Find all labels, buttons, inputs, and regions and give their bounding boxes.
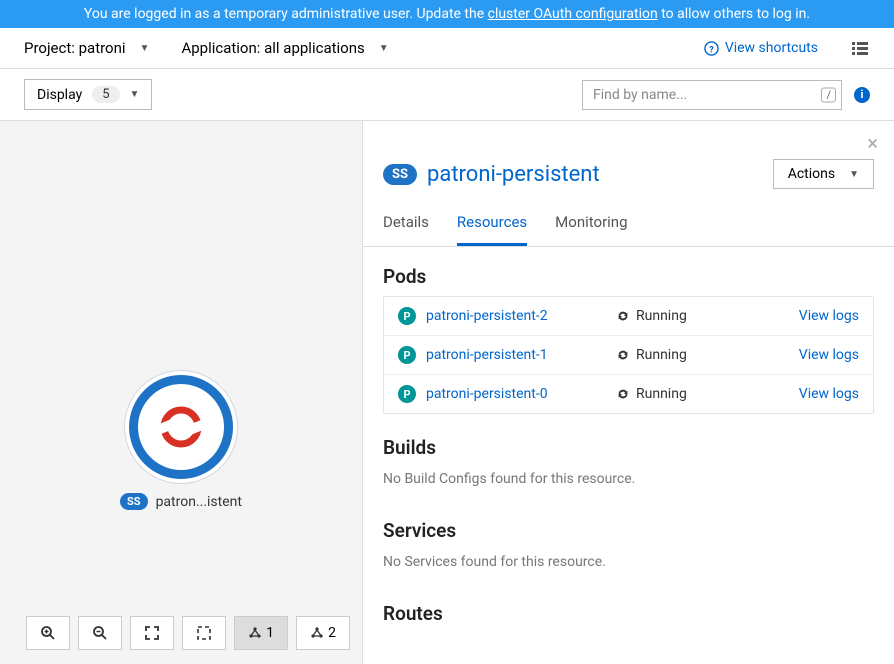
routes-section: Routes bbox=[363, 584, 894, 637]
view-logs-link[interactable]: View logs bbox=[799, 347, 859, 363]
node-label: SS patron...istent bbox=[120, 493, 242, 510]
pods-list: P patroni-persistent-2 Running View logs… bbox=[383, 296, 874, 414]
question-circle-icon: ? bbox=[704, 41, 719, 56]
banner-suffix: to allow others to log in. bbox=[661, 6, 810, 22]
topology-canvas[interactable]: SS patron...istent 1 2 bbox=[0, 121, 363, 664]
ss-badge: SS bbox=[120, 493, 148, 510]
services-empty: No Services found for this resource. bbox=[383, 550, 874, 580]
zoom-out-button[interactable] bbox=[78, 616, 122, 650]
pods-heading: Pods bbox=[383, 265, 874, 288]
project-dropdown[interactable]: Project: patroni ▼ bbox=[24, 39, 149, 57]
pod-link[interactable]: patroni-persistent-1 bbox=[426, 347, 606, 363]
caret-down-icon: ▼ bbox=[849, 169, 859, 180]
app-label: Application: all applications bbox=[181, 39, 364, 57]
status-text: Running bbox=[636, 347, 687, 363]
details-panel: × SS patroni-persistent Actions ▼ Detail… bbox=[363, 121, 894, 664]
pod-status: Running bbox=[616, 347, 789, 363]
context-toolbar: Project: patroni ▼ Application: all appl… bbox=[0, 28, 894, 69]
view-logs-link[interactable]: View logs bbox=[799, 308, 859, 324]
layout-2-label: 2 bbox=[328, 625, 336, 641]
topology-controls: 1 2 bbox=[26, 616, 350, 650]
view-logs-link[interactable]: View logs bbox=[799, 386, 859, 402]
search-input[interactable] bbox=[582, 80, 842, 110]
search-wrap: / bbox=[582, 80, 842, 110]
resource-badge: SS bbox=[383, 164, 417, 185]
caret-down-icon: ▼ bbox=[140, 43, 150, 54]
panel-header: SS patroni-persistent Actions ▼ bbox=[363, 155, 894, 203]
shortcuts-label: View shortcuts bbox=[725, 40, 818, 56]
status-text: Running bbox=[636, 308, 687, 324]
zoom-in-button[interactable] bbox=[26, 616, 70, 650]
topology-layout-1[interactable]: 1 bbox=[234, 616, 288, 650]
panel-tabs: Details Resources Monitoring bbox=[363, 203, 894, 247]
sync-icon bbox=[616, 348, 630, 362]
caret-down-icon: ▼ bbox=[379, 43, 389, 54]
node-ring bbox=[129, 375, 233, 479]
display-count-badge: 5 bbox=[92, 86, 119, 103]
pod-row: P patroni-persistent-0 Running View logs bbox=[384, 375, 873, 413]
fit-button[interactable] bbox=[130, 616, 174, 650]
pod-badge-icon: P bbox=[398, 385, 416, 403]
pod-badge-icon: P bbox=[398, 307, 416, 325]
pod-badge-icon: P bbox=[398, 346, 416, 364]
builds-section: Builds No Build Configs found for this r… bbox=[363, 418, 894, 501]
caret-down-icon: ▼ bbox=[130, 89, 140, 100]
project-label: Project: patroni bbox=[24, 39, 126, 57]
pods-section: Pods P patroni-persistent-2 Running View… bbox=[363, 247, 894, 418]
layout-1-label: 1 bbox=[266, 625, 274, 641]
filter-toolbar: Display 5 ▼ / i bbox=[0, 69, 894, 121]
main-content: SS patron...istent 1 2 × SS patroni-pers… bbox=[0, 121, 894, 664]
sync-icon bbox=[616, 309, 630, 323]
status-text: Running bbox=[636, 386, 687, 402]
pod-row: P patroni-persistent-1 Running View logs bbox=[384, 336, 873, 375]
sync-icon bbox=[616, 387, 630, 401]
resource-title[interactable]: patroni-persistent bbox=[427, 162, 763, 187]
builds-heading: Builds bbox=[383, 436, 874, 459]
admin-banner: You are logged in as a temporary adminis… bbox=[0, 0, 894, 28]
slash-shortcut-badge: / bbox=[821, 87, 836, 102]
node-name: patron...istent bbox=[156, 494, 242, 510]
tab-details[interactable]: Details bbox=[383, 203, 429, 246]
topology-node[interactable]: SS patron...istent bbox=[120, 375, 242, 510]
services-section: Services No Services found for this reso… bbox=[363, 501, 894, 584]
pod-link[interactable]: patroni-persistent-2 bbox=[426, 308, 606, 324]
pod-status: Running bbox=[616, 386, 789, 402]
builds-empty: No Build Configs found for this resource… bbox=[383, 467, 874, 497]
banner-prefix: You are logged in as a temporary adminis… bbox=[84, 6, 488, 22]
svg-text:?: ? bbox=[709, 44, 714, 55]
openshift-icon bbox=[158, 404, 204, 450]
reset-button[interactable] bbox=[182, 616, 226, 650]
info-icon[interactable]: i bbox=[854, 87, 870, 103]
display-dropdown[interactable]: Display 5 ▼ bbox=[24, 79, 152, 110]
pod-row: P patroni-persistent-2 Running View logs bbox=[384, 297, 873, 336]
banner-link[interactable]: cluster OAuth configuration bbox=[488, 6, 658, 22]
list-view-icon[interactable] bbox=[850, 38, 870, 58]
display-label: Display bbox=[37, 87, 82, 103]
actions-dropdown[interactable]: Actions ▼ bbox=[773, 159, 874, 189]
topology-layout-2[interactable]: 2 bbox=[296, 616, 350, 650]
services-heading: Services bbox=[383, 519, 874, 542]
tab-monitoring[interactable]: Monitoring bbox=[555, 203, 627, 246]
routes-heading: Routes bbox=[383, 602, 874, 625]
view-shortcuts-link[interactable]: ? View shortcuts bbox=[704, 40, 818, 56]
actions-label: Actions bbox=[788, 166, 835, 182]
tab-resources[interactable]: Resources bbox=[457, 203, 527, 246]
application-dropdown[interactable]: Application: all applications ▼ bbox=[181, 39, 388, 57]
pod-link[interactable]: patroni-persistent-0 bbox=[426, 386, 606, 402]
close-panel-button[interactable]: × bbox=[363, 121, 894, 155]
pod-status: Running bbox=[616, 308, 789, 324]
